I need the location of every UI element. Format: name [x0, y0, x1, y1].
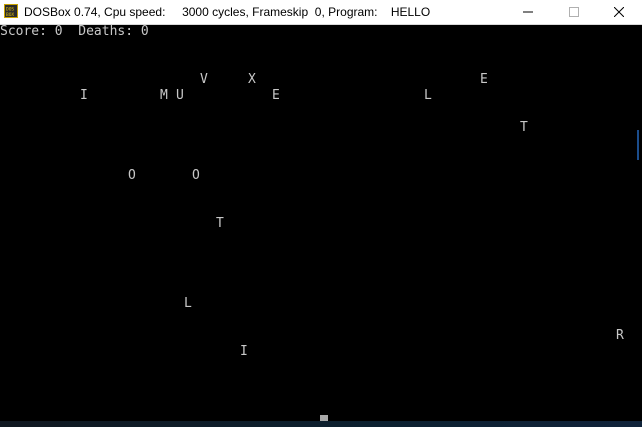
falling-letter: L: [184, 296, 192, 311]
maximize-icon: [569, 7, 579, 17]
falling-letter: E: [480, 72, 488, 87]
falling-letter: T: [520, 120, 528, 135]
falling-letter: R: [616, 328, 624, 343]
dosbox-icon[interactable]: DOS BOX: [4, 4, 18, 18]
falling-letter: U: [176, 88, 184, 103]
close-button[interactable]: [596, 0, 642, 24]
dos-screen[interactable]: Score: 0 Deaths: 0 V X E I M U E L T O O…: [0, 25, 642, 427]
falling-letter: X: [248, 72, 256, 87]
falling-letter: T: [216, 216, 224, 231]
falling-letter: L: [424, 88, 432, 103]
falling-letter: I: [240, 344, 248, 359]
falling-letter: M: [160, 88, 168, 103]
falling-letter: E: [272, 88, 280, 103]
falling-letter: V: [200, 72, 208, 87]
score-status: Score: 0 Deaths: 0: [0, 24, 149, 39]
falling-letter: O: [128, 168, 136, 183]
falling-letter: O: [192, 168, 200, 183]
desktop-background-strip: [0, 421, 642, 427]
desktop-edge: [637, 130, 639, 160]
minimize-button[interactable]: [505, 0, 551, 24]
falling-letter: I: [80, 88, 88, 103]
maximize-button[interactable]: [551, 0, 597, 24]
title-bar[interactable]: DOS BOX DOSBox 0.74, Cpu speed: 3000 cyc…: [0, 0, 642, 25]
svg-text:DOS: DOS: [6, 7, 14, 13]
close-icon: [614, 7, 624, 17]
minimize-icon: [523, 11, 533, 13]
dosbox-window: DOS BOX DOSBox 0.74, Cpu speed: 3000 cyc…: [0, 0, 642, 427]
window-title: DOSBox 0.74, Cpu speed: 3000 cycles, Fra…: [24, 5, 431, 19]
svg-text:BOX: BOX: [6, 12, 14, 17]
